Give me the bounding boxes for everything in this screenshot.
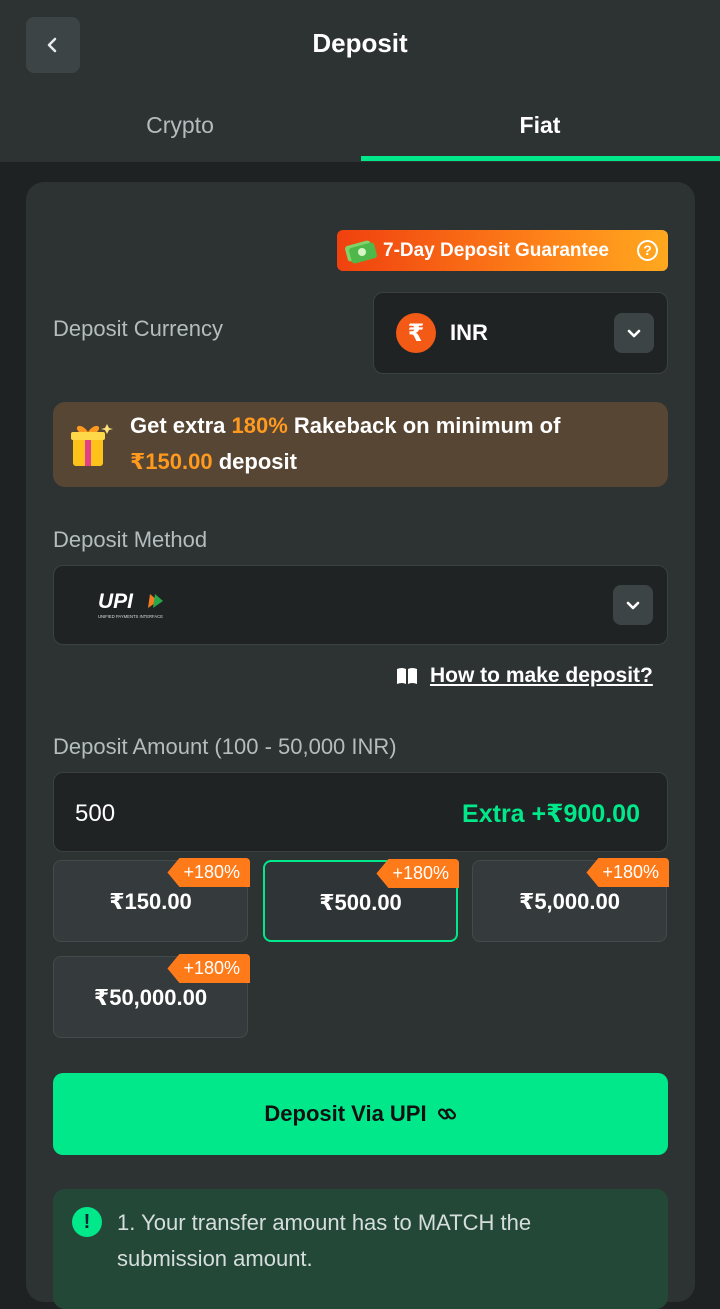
how-to-deposit-link[interactable]: How to make deposit? [396, 664, 653, 688]
rakeback-promo-banner: Get extra 180% Rakeback on minimum of ₹1… [53, 402, 668, 487]
preset-amount-500[interactable]: ₹500.00 +180% [263, 859, 459, 942]
promo-line-2: ₹150.00 deposit [130, 449, 297, 475]
chevron-down-icon [626, 601, 640, 610]
promo-minimum: ₹150.00 [130, 449, 213, 474]
tab-fiat[interactable]: Fiat [360, 112, 720, 139]
promo-percent: 180% [231, 413, 288, 438]
deposit-guarantee-banner[interactable]: 7-Day Deposit Guarantee ? [337, 230, 668, 271]
guarantee-label: 7-Day Deposit Guarantee [383, 239, 609, 261]
upi-logo: UPI UNIFIED PAYMENTS INTERFACE [98, 590, 163, 619]
preset-value: ₹150.00 [109, 889, 192, 914]
method-dropdown-button[interactable] [613, 585, 653, 625]
currency-value: INR [450, 320, 488, 345]
amount-input[interactable]: 500 Extra +₹900.00 [53, 772, 668, 852]
preset-value: ₹500.00 [319, 890, 402, 915]
header-bar: Deposit Crypto Fiat [0, 0, 720, 162]
extra-bonus-text: Extra +₹900.00 [462, 800, 640, 828]
currency-select[interactable]: ₹ INR [373, 292, 668, 374]
amount-value: 500 [75, 800, 116, 827]
how-to-deposit-label: How to make deposit? [430, 664, 653, 687]
deposit-via-upi-button[interactable]: Deposit Via UPI [53, 1073, 668, 1155]
amount-label: Deposit Amount (100 - 50,000 INR) [53, 734, 397, 759]
book-icon [397, 668, 417, 684]
bonus-badge: +180% [167, 954, 250, 983]
link-icon [437, 1108, 456, 1120]
promo-line-1: Get extra 180% Rakeback on minimum of [130, 413, 560, 439]
page-title: Deposit [312, 28, 408, 58]
exclamation-icon: ! [72, 1207, 102, 1237]
upi-caption: UNIFIED PAYMENTS INTERFACE [98, 614, 163, 619]
bonus-badge: +180% [376, 859, 459, 888]
tab-crypto[interactable]: Crypto [0, 112, 360, 139]
svg-text:UPI: UPI [98, 590, 134, 613]
money-icon [345, 240, 377, 263]
currency-dropdown-button[interactable] [614, 313, 654, 353]
preset-amount-50000[interactable]: ₹50,000.00 +180% [53, 954, 250, 1038]
preset-value: ₹5,000.00 [519, 889, 620, 914]
currency-label: Deposit Currency [53, 316, 223, 341]
bonus-badge: +180% [167, 858, 250, 887]
method-select[interactable]: UPI UNIFIED PAYMENTS INTERFACE [53, 565, 668, 645]
deposit-button-label: Deposit Via UPI [264, 1101, 427, 1126]
info-text: 1. Your transfer amount has to MATCH the… [117, 1210, 532, 1271]
preset-amount-150[interactable]: ₹150.00 +180% [53, 858, 250, 942]
preset-value: ₹50,000.00 [93, 985, 208, 1010]
promo-text-2: Rakeback on minimum of [287, 413, 561, 438]
info-notice: ! 1. Your transfer amount has to MATCH t… [53, 1189, 668, 1309]
question-circle-icon[interactable]: ? [637, 240, 658, 261]
preset-amount-5000[interactable]: ₹5,000.00 +180% [472, 858, 669, 942]
rupee-icon: ₹ [396, 313, 436, 353]
active-tab-indicator [361, 156, 720, 161]
promo-text-1: Get extra [130, 413, 232, 438]
method-label: Deposit Method [53, 527, 208, 552]
gift-icon [71, 424, 113, 466]
promo-text-3: deposit [212, 449, 297, 474]
chevron-down-icon [627, 329, 641, 338]
bonus-badge: +180% [586, 858, 669, 887]
